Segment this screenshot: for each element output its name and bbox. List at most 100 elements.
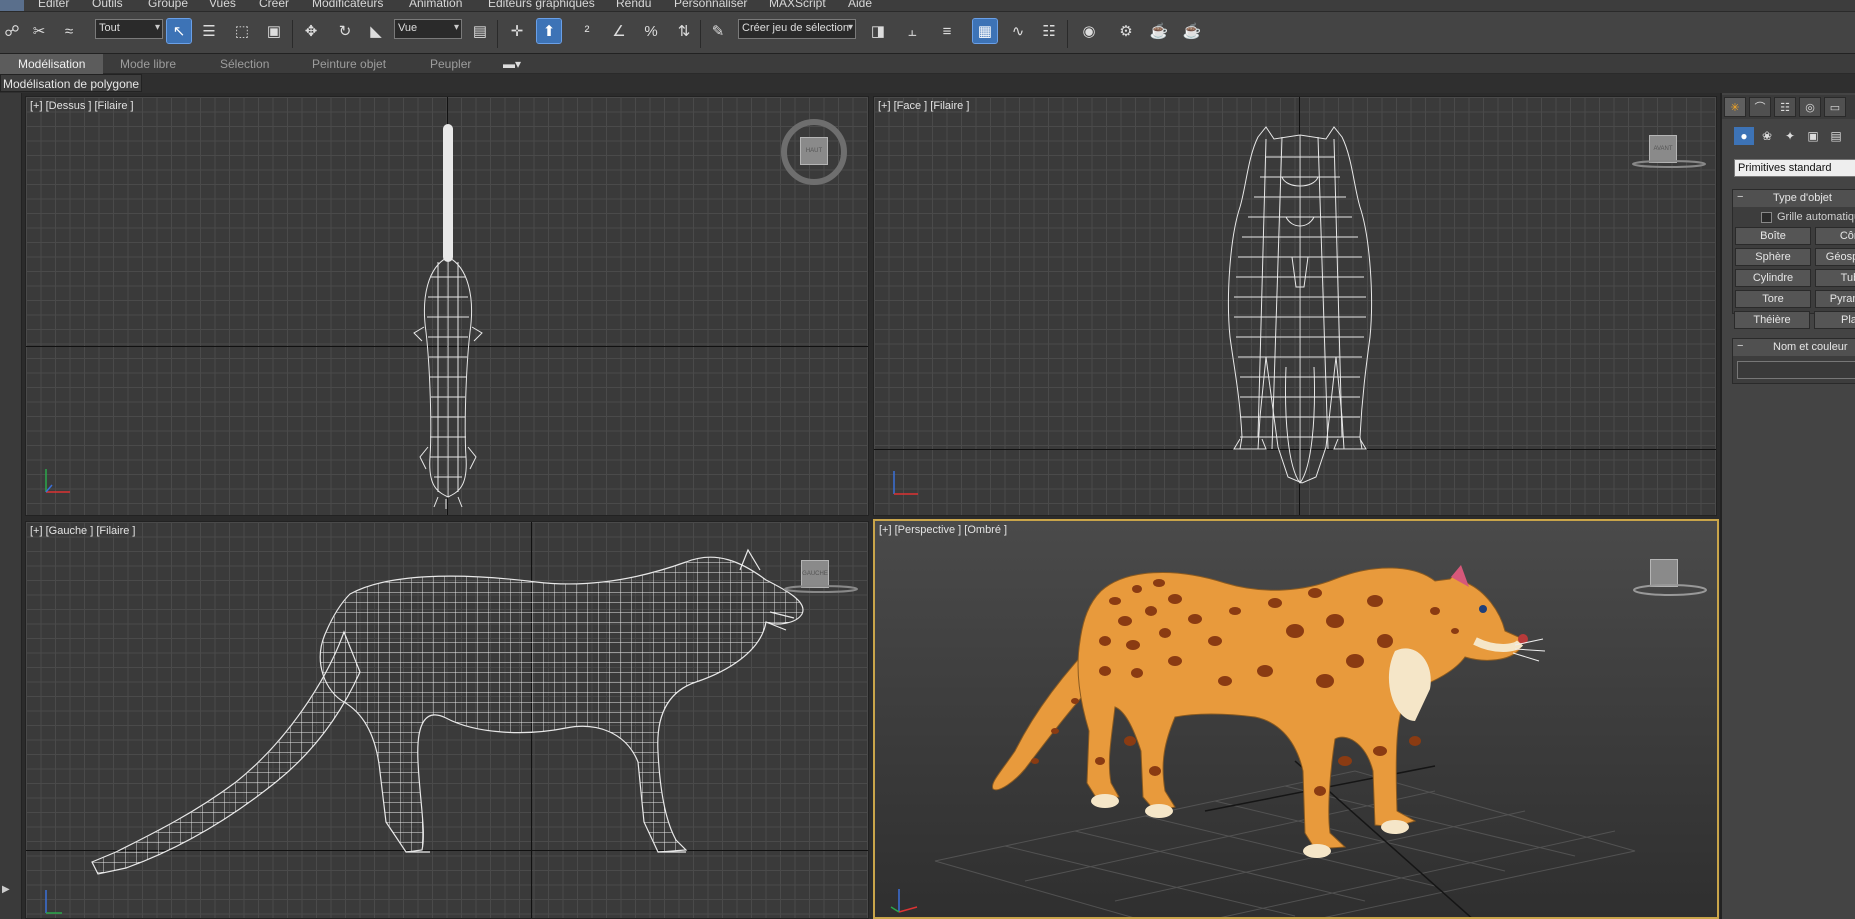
scale-icon[interactable]: ◣ <box>364 19 388 43</box>
spinner-snap-icon[interactable]: ⇅ <box>672 19 696 43</box>
viewcube[interactable]: HAUT <box>800 137 828 165</box>
mirror-icon[interactable]: ◨ <box>866 19 890 43</box>
percent-snap-icon[interactable]: % <box>639 19 663 43</box>
leopard-wireframe-front <box>1227 126 1373 484</box>
menu-aide[interactable]: Aide <box>848 0 872 10</box>
menu-animation[interactable]: Animation <box>409 0 462 10</box>
menu-personnaliser[interactable]: Personnaliser <box>674 0 747 10</box>
geosphere-button[interactable]: Géosphère <box>1815 248 1855 266</box>
viewcube-base-icon[interactable] <box>781 584 861 594</box>
menu-outils[interactable]: Outils <box>92 0 123 10</box>
link-icon[interactable]: ☍ <box>0 19 24 43</box>
leopard-wireframe-top <box>413 124 483 509</box>
viewport-top[interactable]: [+] [Dessus ] [Filaire ] HAUT <box>25 96 869 516</box>
box-button[interactable]: Boîte <box>1735 227 1811 245</box>
toolbar-separator <box>700 20 701 48</box>
sphere-button[interactable]: Sphère <box>1735 248 1811 266</box>
named-selection-dropdown[interactable]: Créer jeu de sélection ▾ <box>738 19 856 39</box>
ribbon-subpanel: Modélisation de polygone <box>0 74 1855 93</box>
polygon-modeling-label[interactable]: Modélisation de polygone <box>0 74 143 92</box>
unlink-icon[interactable]: ✂ <box>27 19 51 43</box>
ribbon-options-icon[interactable]: ▬▾ <box>503 57 521 71</box>
snaps-toggle-icon[interactable]: ² <box>575 19 599 43</box>
menu-maxscript[interactable]: MAXScript <box>769 0 826 10</box>
shapes-icon[interactable]: ❀ <box>1757 127 1777 145</box>
tube-button[interactable]: Tube <box>1815 269 1855 287</box>
cylinder-button[interactable]: Cylindre <box>1735 269 1811 287</box>
viewport-left[interactable]: [+] [Gauche ] [Filaire ] GAUCHE <box>25 521 869 919</box>
menu-editer[interactable]: Editer <box>38 0 69 10</box>
reference-coordinate-dropdown[interactable]: Vue ▾ <box>394 19 462 39</box>
pyramid-button[interactable]: Pyramide <box>1815 290 1855 308</box>
menu-rendu[interactable]: Rendu <box>616 0 651 10</box>
tab-mode-libre[interactable]: Mode libre <box>120 57 176 71</box>
select-manipulate-icon[interactable]: ✛ <box>505 19 529 43</box>
helpers-icon[interactable]: ▤ <box>1826 127 1846 145</box>
tab-modelisation[interactable]: Modélisation <box>0 54 104 74</box>
menu-creer[interactable]: Créer <box>259 0 289 10</box>
left-side-strip <box>0 93 22 919</box>
lights-icon[interactable]: ✦ <box>1780 127 1800 145</box>
autogrid-label: Grille automatique <box>1777 211 1855 223</box>
viewport-perspective[interactable]: [+] [Perspective ] [Ombré ] <box>873 519 1719 919</box>
motion-tab-icon[interactable]: ◎ <box>1799 97 1821 117</box>
chevron-down-icon: ▾ <box>453 22 459 33</box>
select-by-name-icon[interactable]: ☰ <box>197 19 221 43</box>
viewport-front[interactable]: [+] [Face ] [Filaire ] AVANT <box>873 96 1717 516</box>
menu-vues[interactable]: Vues <box>209 0 236 10</box>
select-object-icon[interactable]: ↖ <box>166 18 192 44</box>
app-menu-button[interactable] <box>0 0 24 11</box>
layer-manager-icon[interactable]: ≡ <box>935 19 959 43</box>
autogrid-checkbox[interactable] <box>1761 212 1772 223</box>
collapse-icon[interactable]: − <box>1737 191 1743 203</box>
edit-named-selection-icon[interactable]: ✎ <box>706 19 730 43</box>
hierarchy-tab-icon[interactable]: ☷ <box>1774 97 1796 117</box>
leopard-shaded-model <box>934 565 1636 917</box>
schematic-view-icon[interactable]: ☷ <box>1037 19 1061 43</box>
plane-button[interactable]: Plan <box>1814 311 1855 329</box>
keyboard-shortcut-override-icon[interactable]: ⬆ <box>536 18 562 44</box>
display-tab-icon[interactable]: ▭ <box>1824 97 1846 117</box>
command-panel: ✳ ⌒ ☷ ◎ ▭ ● ❀ ✦ ▣ ▤ Primitives standard … <box>1720 93 1855 919</box>
rollout-header[interactable]: − Type d'objet <box>1733 190 1855 207</box>
scene-explorer-icon[interactable]: ▦ <box>972 18 998 44</box>
expand-arrow-icon[interactable]: ▶ <box>2 884 10 895</box>
angle-snap-icon[interactable]: ∠ <box>607 19 631 43</box>
rollout-header[interactable]: − Nom et couleur <box>1733 339 1855 356</box>
chevron-down-icon: ▾ <box>847 22 853 33</box>
torus-button[interactable]: Tore <box>1735 290 1811 308</box>
teapot-button[interactable]: Théière <box>1734 311 1810 329</box>
cameras-icon[interactable]: ▣ <box>1803 127 1823 145</box>
menu-modificateurs[interactable]: Modificateurs <box>312 0 383 10</box>
create-tab-icon[interactable]: ✳ <box>1724 97 1746 117</box>
render-production-icon[interactable]: ☕ <box>1180 19 1204 43</box>
material-editor-icon[interactable]: ◉ <box>1077 19 1101 43</box>
object-name-input[interactable] <box>1737 361 1855 379</box>
modify-tab-icon[interactable]: ⌒ <box>1749 97 1771 117</box>
geometry-icon[interactable]: ● <box>1734 127 1754 145</box>
menu-groupe[interactable]: Groupe <box>148 0 188 10</box>
rotate-icon[interactable]: ↻ <box>333 19 357 43</box>
leopard-wireframe-side <box>91 548 804 875</box>
render-setup-icon[interactable]: ⚙ <box>1114 19 1138 43</box>
tab-selection[interactable]: Sélection <box>220 57 269 71</box>
axis-tripod-icon <box>45 890 62 914</box>
rendered-frame-window-icon[interactable]: ☕ <box>1147 19 1171 43</box>
tab-peupler[interactable]: Peupler <box>430 57 471 71</box>
tab-peinture-objet[interactable]: Peinture objet <box>312 57 386 71</box>
viewcube-base-icon[interactable] <box>1629 159 1709 169</box>
collapse-icon[interactable]: − <box>1737 340 1743 352</box>
cone-button[interactable]: Cône <box>1815 227 1855 245</box>
align-icon[interactable]: ⫠ <box>900 19 924 43</box>
move-icon[interactable]: ✥ <box>299 19 323 43</box>
bind-space-warp-icon[interactable]: ≈ <box>57 19 81 43</box>
window-crossing-icon[interactable]: ▣ <box>262 19 286 43</box>
primitive-category-dropdown[interactable]: Primitives standard <box>1734 159 1855 177</box>
curve-editor-icon[interactable]: ∿ <box>1006 19 1030 43</box>
viewcube-base-icon[interactable] <box>1630 583 1710 597</box>
pivot-center-icon[interactable]: ▤ <box>468 19 492 43</box>
selection-filter-dropdown[interactable]: Tout ▾ <box>95 19 163 39</box>
toolbar-separator <box>292 20 293 48</box>
menu-editeurs-graphiques[interactable]: Editeurs graphiques <box>488 0 595 10</box>
rectangular-selection-icon[interactable]: ⬚ <box>230 19 254 43</box>
